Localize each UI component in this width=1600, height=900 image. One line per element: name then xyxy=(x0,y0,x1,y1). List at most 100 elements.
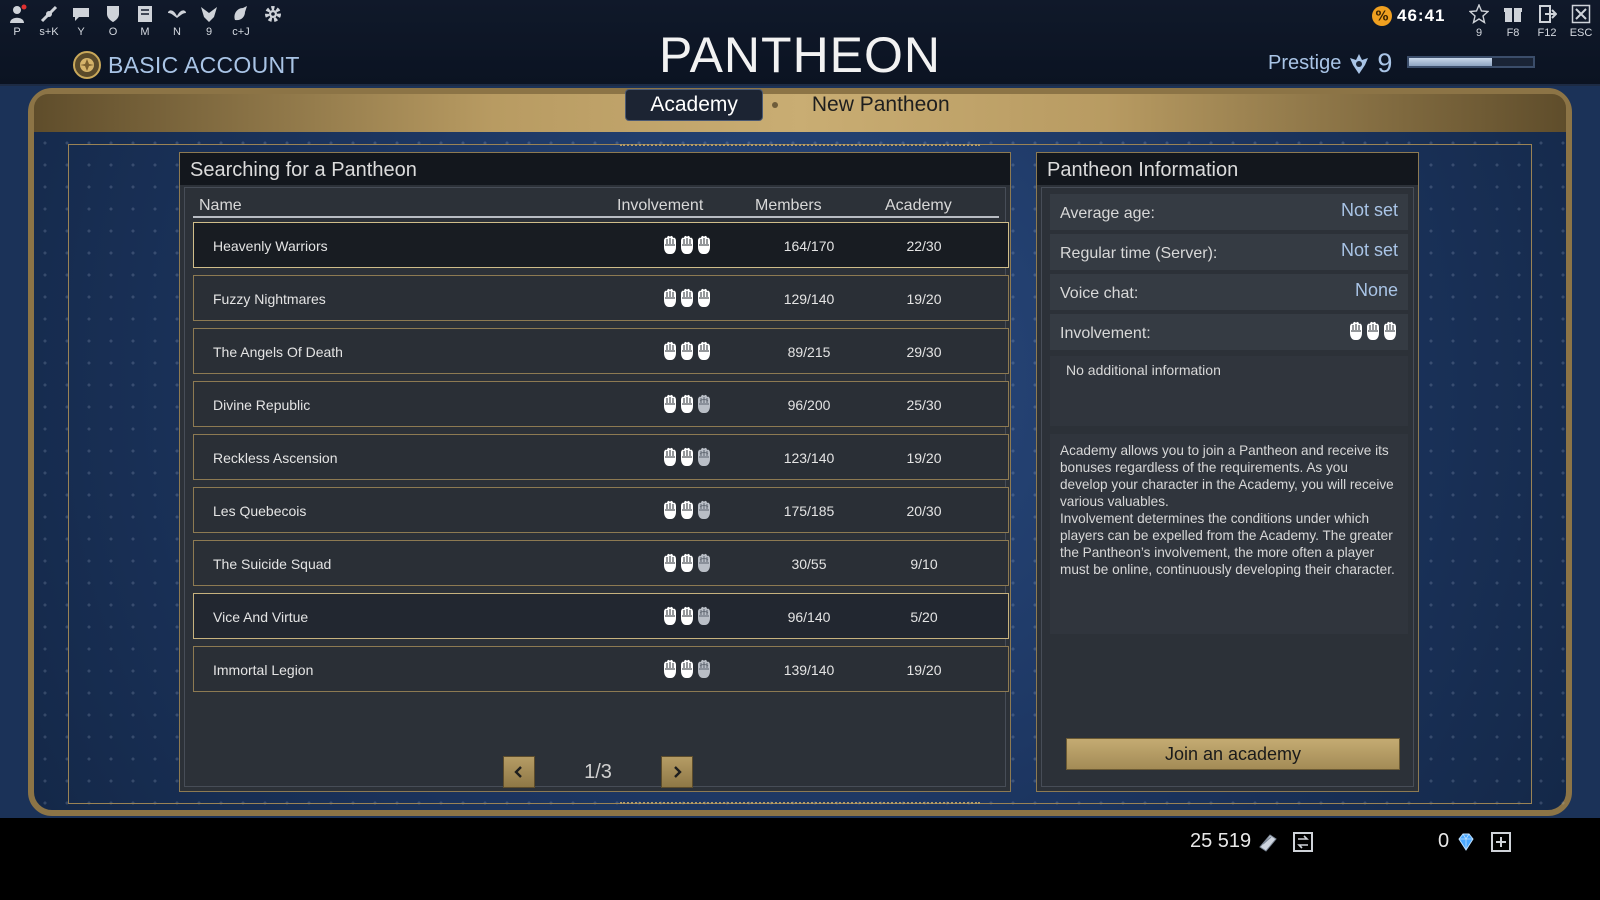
info-content: Average age: Not set Regular time (Serve… xyxy=(1041,187,1414,787)
column-involvement[interactable]: Involvement xyxy=(617,197,703,215)
row-members: 96/140 xyxy=(787,609,831,625)
table-row[interactable]: Les Quebecois 175/185 20/30 xyxy=(193,487,1009,533)
row-academy: 22/30 xyxy=(906,238,942,254)
row-involvement xyxy=(662,605,712,627)
row-members: 129/140 xyxy=(783,291,835,307)
involvement-label: Involvement: xyxy=(1060,325,1151,342)
fist-icon xyxy=(681,394,693,413)
tab-academy[interactable]: Academy xyxy=(626,90,762,120)
row-academy: 19/20 xyxy=(906,662,942,678)
row-name: Immortal Legion xyxy=(213,662,314,678)
fist-icon xyxy=(1384,321,1396,340)
fist-icon xyxy=(698,553,710,572)
table-row[interactable]: The Suicide Squad 30/55 9/10 xyxy=(193,540,1009,586)
table-row[interactable]: Immortal Legion 139/140 19/20 xyxy=(193,646,1009,692)
next-page-button[interactable] xyxy=(661,756,693,788)
timer-value: 46:41 xyxy=(1397,6,1446,25)
row-name: Heavenly Warriors xyxy=(213,238,328,254)
table-row[interactable]: Fuzzy Nightmares 129/140 19/20 xyxy=(193,275,1009,321)
row-name: The Suicide Squad xyxy=(213,556,332,572)
tab-bar: Academy New Pantheon xyxy=(0,90,1600,120)
gold-amount: 25 519 xyxy=(1190,830,1252,852)
top-button-f8[interactable]: F8 xyxy=(1500,4,1526,39)
top-button-label: 9 xyxy=(1475,27,1483,39)
average-age-value: Not set xyxy=(1340,200,1398,220)
description-paragraph: Academy allows you to join a Pantheon an… xyxy=(1060,443,1394,509)
description-paragraph: Involvement determines the conditions un… xyxy=(1060,511,1395,577)
info-regular-time: Regular time (Server): Not set xyxy=(1050,234,1408,270)
row-academy: 19/20 xyxy=(906,291,942,307)
guild-icon xyxy=(201,7,217,22)
table-row[interactable]: The Angels Of Death 89/215 29/30 xyxy=(193,328,1009,374)
row-involvement xyxy=(662,499,712,521)
exchange-button[interactable] xyxy=(1293,831,1314,852)
page-indicator: 1/3 xyxy=(584,760,612,783)
row-name: The Angels Of Death xyxy=(213,344,343,360)
column-academy[interactable]: Academy xyxy=(885,197,952,215)
tab-separator xyxy=(771,102,778,108)
row-members: 89/215 xyxy=(787,344,831,360)
gold-currency: 25 519 xyxy=(1190,830,1314,853)
prev-page-button[interactable] xyxy=(503,756,535,788)
prestige[interactable]: Prestige 9 xyxy=(1268,48,1392,79)
row-members: 139/140 xyxy=(783,662,835,678)
table-row[interactable]: Vice And Virtue 96/140 5/20 xyxy=(193,593,1009,639)
map-icon xyxy=(138,6,152,22)
table-header: Name Involvement Members Academy xyxy=(193,192,999,218)
column-members[interactable]: Members xyxy=(755,197,822,215)
close-icon xyxy=(1571,4,1591,24)
diamond-icon xyxy=(1458,833,1474,851)
exchange-icon xyxy=(1297,834,1310,849)
row-involvement xyxy=(662,393,712,415)
armor-icon xyxy=(107,6,119,22)
top-button-f12[interactable]: F12 xyxy=(1534,4,1560,39)
table-row[interactable]: Reckless Ascension 123/140 19/20 xyxy=(193,434,1009,480)
ornament-bottom xyxy=(620,802,980,812)
additional-info: No additional information xyxy=(1050,356,1408,426)
settings-gear-icon xyxy=(265,6,281,22)
row-involvement xyxy=(662,234,712,256)
column-name[interactable]: Name xyxy=(199,197,242,215)
row-academy: 19/20 xyxy=(906,450,942,466)
table-row[interactable]: Divine Republic 96/200 25/30 xyxy=(193,381,1009,427)
row-involvement xyxy=(662,287,712,309)
row-involvement xyxy=(662,340,712,362)
row-academy: 9/10 xyxy=(910,556,938,572)
fist-icon xyxy=(698,500,710,519)
row-involvement xyxy=(662,658,712,680)
regular-time-value: Not set xyxy=(1340,240,1398,260)
top-button-label: F12 xyxy=(1537,27,1557,39)
character-icon xyxy=(10,4,27,23)
pagination: 1/3 xyxy=(503,756,693,788)
fist-icon xyxy=(681,235,693,254)
academy-description: Academy allows you to join a Pantheon an… xyxy=(1050,434,1408,634)
chat-icon xyxy=(73,8,89,21)
tab-new-pantheon[interactable]: New Pantheon xyxy=(788,90,974,120)
timer[interactable]: % 46:41 xyxy=(1371,5,1445,27)
row-academy: 25/30 xyxy=(906,397,942,413)
fist-icon xyxy=(664,447,676,466)
hand-icon xyxy=(234,6,247,21)
add-gems-button[interactable] xyxy=(1491,831,1512,852)
join-academy-button[interactable]: Join an academy xyxy=(1066,738,1400,770)
fist-icon xyxy=(698,394,710,413)
table-row[interactable]: Heavenly Warriors 164/170 22/30 xyxy=(193,222,1009,268)
star-icon xyxy=(1469,4,1489,24)
fist-icon xyxy=(698,341,710,360)
voice-chat-value: None xyxy=(1354,280,1398,300)
prestige-progress-fill xyxy=(1409,58,1493,66)
exit-door-icon xyxy=(1539,5,1557,23)
row-academy: 29/30 xyxy=(906,344,942,360)
average-age-label: Average age: xyxy=(1060,205,1155,222)
top-button-esc[interactable]: ESC xyxy=(1568,4,1594,39)
fist-icon xyxy=(1350,321,1362,340)
info-panel: Pantheon Information Average age: Not se… xyxy=(1036,152,1419,792)
row-members: 164/170 xyxy=(783,238,835,254)
bottom-bar: 25 519 0 xyxy=(0,818,1600,900)
row-members: 123/140 xyxy=(783,450,835,466)
top-button-9[interactable]: 9 xyxy=(1466,4,1492,39)
plus-icon xyxy=(1496,836,1507,847)
gem-amount: 0 xyxy=(1438,830,1450,852)
fist-icon xyxy=(681,553,693,572)
fist-icon xyxy=(664,394,676,413)
